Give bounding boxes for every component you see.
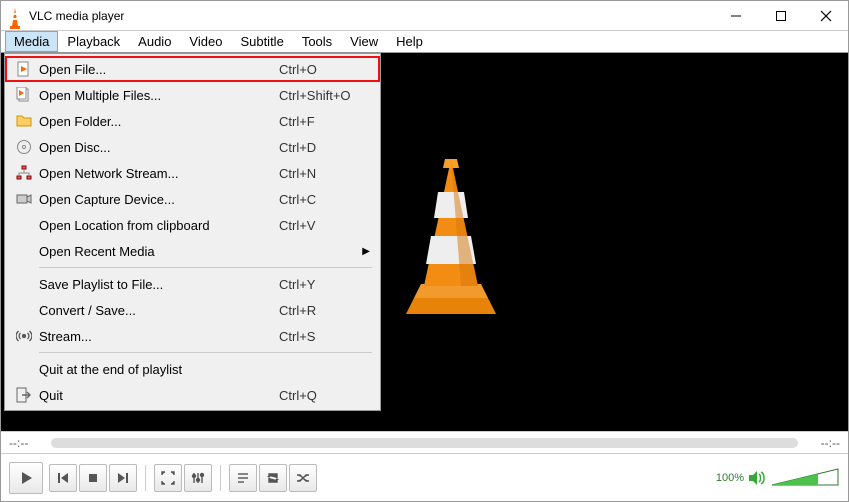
menu-item-shortcut: Ctrl+N xyxy=(279,166,374,181)
vlc-cone-icon xyxy=(7,8,23,24)
maximize-button[interactable] xyxy=(758,1,803,30)
disc-icon xyxy=(11,139,37,155)
vlc-cone-logo xyxy=(391,156,511,331)
menu-video[interactable]: Video xyxy=(180,31,231,52)
menu-open-folder[interactable]: Open Folder... Ctrl+F xyxy=(5,108,380,134)
window-title: VLC media player xyxy=(29,9,713,23)
menu-item-shortcut: Ctrl+V xyxy=(279,218,374,233)
menu-item-shortcut: Ctrl+D xyxy=(279,140,374,155)
menu-playback[interactable]: Playback xyxy=(58,31,129,52)
speaker-icon[interactable] xyxy=(748,469,766,487)
seek-bar: --:-- --:-- xyxy=(1,431,848,453)
menu-item-label: Open Disc... xyxy=(37,140,279,155)
menu-open-capture-device[interactable]: Open Capture Device... Ctrl+C xyxy=(5,186,380,212)
menu-quit-at-end[interactable]: Quit at the end of playlist xyxy=(5,356,380,382)
menu-item-label: Save Playlist to File... xyxy=(37,277,279,292)
menu-item-label: Open Multiple Files... xyxy=(37,88,279,103)
menu-item-label: Open Network Stream... xyxy=(37,166,279,181)
menu-separator xyxy=(39,267,372,268)
menu-open-disc[interactable]: Open Disc... Ctrl+D xyxy=(5,134,380,160)
menu-audio[interactable]: Audio xyxy=(129,31,180,52)
menu-open-recent-media[interactable]: Open Recent Media ▶ xyxy=(5,238,380,264)
stream-icon xyxy=(11,328,37,344)
menu-item-shortcut: Ctrl+S xyxy=(279,329,374,344)
separator xyxy=(220,465,221,491)
menu-open-file[interactable]: Open File... Ctrl+O xyxy=(5,56,380,82)
menu-convert-save[interactable]: Convert / Save... Ctrl+R xyxy=(5,297,380,323)
playback-controls: 100% xyxy=(1,453,848,501)
close-button[interactable] xyxy=(803,1,848,30)
folder-icon xyxy=(11,113,37,129)
network-icon xyxy=(11,165,37,181)
extended-settings-button[interactable] xyxy=(184,464,212,492)
menu-item-label: Open Capture Device... xyxy=(37,192,279,207)
menu-item-label: Quit at the end of playlist xyxy=(37,362,279,377)
minimize-button[interactable] xyxy=(713,1,758,30)
seek-track[interactable] xyxy=(51,438,798,448)
stop-button[interactable] xyxy=(79,464,107,492)
next-button[interactable] xyxy=(109,464,137,492)
menu-tools[interactable]: Tools xyxy=(293,31,341,52)
shuffle-button[interactable] xyxy=(289,464,317,492)
menu-quit[interactable]: Quit Ctrl+Q xyxy=(5,382,380,408)
menu-item-shortcut: Ctrl+Q xyxy=(279,388,374,403)
volume-percent: 100% xyxy=(716,472,744,484)
menu-item-label: Convert / Save... xyxy=(37,303,279,318)
menu-open-multiple-files[interactable]: Open Multiple Files... Ctrl+Shift+O xyxy=(5,82,380,108)
files-icon xyxy=(11,87,37,103)
separator xyxy=(145,465,146,491)
time-remaining: --:-- xyxy=(806,436,840,450)
loop-button[interactable] xyxy=(259,464,287,492)
menubar: Media Playback Audio Video Subtitle Tool… xyxy=(1,31,848,53)
menu-subtitle[interactable]: Subtitle xyxy=(231,31,292,52)
media-menu-dropdown: Open File... Ctrl+O Open Multiple Files.… xyxy=(4,53,381,411)
capture-icon xyxy=(11,191,37,207)
menu-item-label: Open Folder... xyxy=(37,114,279,129)
menu-item-shortcut: Ctrl+C xyxy=(279,192,374,207)
menu-help[interactable]: Help xyxy=(387,31,432,52)
submenu-arrow-icon: ▶ xyxy=(362,246,370,257)
menu-item-shortcut: Ctrl+F xyxy=(279,114,374,129)
file-icon xyxy=(11,61,37,77)
menu-item-label: Quit xyxy=(37,388,279,403)
menu-media[interactable]: Media xyxy=(5,31,58,52)
volume-slider[interactable] xyxy=(770,467,840,489)
menu-item-shortcut: Ctrl+Y xyxy=(279,277,374,292)
playlist-button[interactable] xyxy=(229,464,257,492)
quit-icon xyxy=(11,387,37,403)
menu-item-shortcut: Ctrl+Shift+O xyxy=(279,88,374,103)
play-button[interactable] xyxy=(9,462,43,494)
menu-item-shortcut: Ctrl+R xyxy=(279,303,374,318)
menu-item-label: Open File... xyxy=(37,62,279,77)
menu-item-shortcut: Ctrl+O xyxy=(279,62,374,77)
previous-button[interactable] xyxy=(49,464,77,492)
fullscreen-button[interactable] xyxy=(154,464,182,492)
time-elapsed: --:-- xyxy=(9,436,43,450)
menu-separator xyxy=(39,352,372,353)
menu-open-location-from-clipboard[interactable]: Open Location from clipboard Ctrl+V xyxy=(5,212,380,238)
menu-item-label: Stream... xyxy=(37,329,279,344)
menu-open-network-stream[interactable]: Open Network Stream... Ctrl+N xyxy=(5,160,380,186)
titlebar: VLC media player xyxy=(1,1,848,31)
menu-save-playlist[interactable]: Save Playlist to File... Ctrl+Y xyxy=(5,271,380,297)
menu-item-label: Open Location from clipboard xyxy=(37,218,279,233)
menu-view[interactable]: View xyxy=(341,31,387,52)
menu-item-label: Open Recent Media xyxy=(37,244,279,259)
menu-stream[interactable]: Stream... Ctrl+S xyxy=(5,323,380,349)
